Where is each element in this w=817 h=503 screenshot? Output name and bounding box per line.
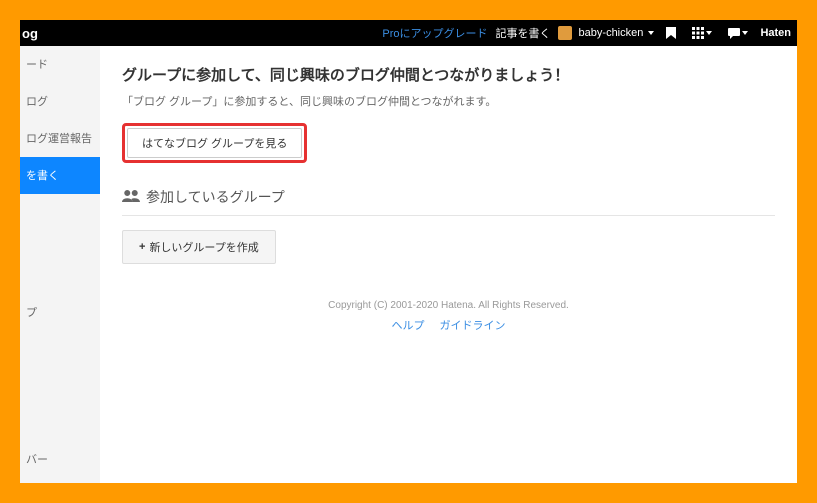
brand-label: Haten (760, 27, 791, 39)
username-label: baby-chicken (579, 27, 644, 39)
bookmark-icon[interactable] (662, 27, 680, 39)
write-post-link[interactable]: 記事を書く (495, 25, 550, 41)
page-title: グループに参加して、同じ興味のブログ仲間とつながりましょう！ (122, 64, 775, 85)
sidebar-item-2[interactable]: ログ運営報告 (20, 120, 100, 157)
chat-icon[interactable] (724, 28, 752, 39)
chevron-down-icon (648, 31, 654, 35)
user-menu[interactable]: baby-chicken (558, 26, 654, 40)
create-group-label: 新しいグループを作成 (149, 239, 258, 255)
create-group-button[interactable]: + 新しいグループを作成 (122, 230, 276, 264)
people-icon (122, 189, 140, 206)
highlighted-action: はてなブログ グループを見る (122, 123, 307, 163)
topbar: og Proにアップグレード 記事を書く baby-chicken Haten (20, 20, 797, 46)
view-groups-button[interactable]: はてなブログ グループを見る (127, 128, 302, 158)
upgrade-link[interactable]: Proにアップグレード (382, 25, 487, 41)
chevron-down-icon (706, 31, 712, 35)
guideline-link[interactable]: ガイドライン (440, 320, 506, 332)
sidebar-item-1[interactable]: ログ (20, 83, 100, 120)
app-window: og Proにアップグレード 記事を書く baby-chicken Haten (20, 20, 797, 483)
sidebar: ード ログ ログ運営報告 を書く プ バー (20, 46, 100, 483)
avatar-icon (558, 26, 572, 40)
sidebar-item-0[interactable]: ード (20, 46, 100, 83)
copyright-text: Copyright (C) 2001-2020 Hatena. All Righ… (122, 300, 775, 311)
help-link[interactable]: ヘルプ (391, 320, 424, 332)
sidebar-item-3[interactable]: を書く (20, 157, 100, 194)
plus-icon: + (139, 241, 145, 253)
sidebar-item-4[interactable]: プ (20, 294, 100, 331)
page-description: 「ブログ グループ」に参加すると、同じ興味のブログ仲間とつながれます。 (122, 93, 775, 109)
main-content: グループに参加して、同じ興味のブログ仲間とつながりましょう！ 「ブログ グループ… (100, 46, 797, 483)
logo: og (22, 26, 38, 41)
section-heading-joined-groups: 参加しているグループ (122, 187, 775, 216)
chevron-down-icon (742, 31, 748, 35)
footer: Copyright (C) 2001-2020 Hatena. All Righ… (122, 300, 775, 333)
section-heading-label: 参加しているグループ (146, 187, 285, 207)
apps-grid-icon[interactable] (688, 27, 716, 39)
sidebar-item-5[interactable]: バー (20, 441, 100, 478)
